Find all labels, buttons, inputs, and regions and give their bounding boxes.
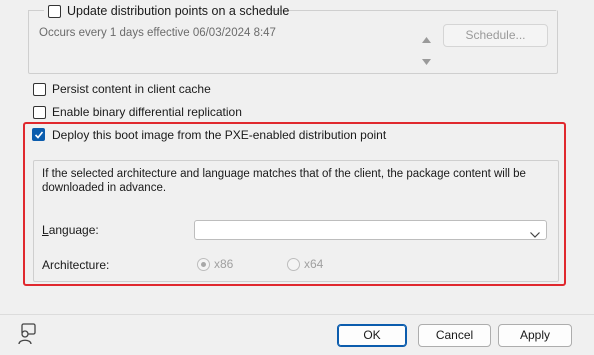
ok-button[interactable]: OK (337, 324, 407, 347)
language-label: Language: (42, 223, 99, 237)
language-dropdown[interactable] (194, 220, 547, 240)
chevron-down-icon (530, 227, 540, 241)
architecture-label: Architecture: (42, 258, 110, 272)
arch-x64-radio[interactable] (287, 258, 300, 271)
help-user-icon[interactable] (17, 323, 37, 348)
binary-replication-label: Enable binary differential replication (52, 105, 242, 119)
update-schedule-label: Update distribution points on a schedule (67, 4, 290, 18)
persist-cache-checkbox[interactable] (33, 83, 46, 96)
persist-cache-label: Persist content in client cache (52, 82, 211, 96)
arch-x86-radio[interactable] (197, 258, 210, 271)
pxe-deploy-checkbox[interactable] (32, 128, 45, 141)
scroll-down-icon[interactable] (422, 54, 431, 68)
footer-divider (0, 314, 594, 315)
binary-replication-checkbox[interactable] (33, 106, 46, 119)
apply-button[interactable]: Apply (498, 324, 572, 347)
pxe-info-text-line1: If the selected architecture and languag… (42, 168, 526, 180)
arch-x64-label: x64 (304, 257, 324, 271)
scroll-up-icon[interactable] (422, 32, 431, 46)
update-schedule-checkbox[interactable] (48, 5, 61, 18)
arch-x86-label: x86 (214, 257, 234, 271)
schedule-button[interactable]: Schedule... (443, 24, 548, 47)
cancel-button[interactable]: Cancel (418, 324, 491, 347)
pxe-deploy-label: Deploy this boot image from the PXE-enab… (52, 128, 387, 142)
schedule-group-top-left-line (28, 10, 44, 11)
recurrence-text: Occurs every 1 days effective 06/03/2024… (39, 27, 276, 39)
schedule-group-top-right-line (262, 10, 556, 11)
pxe-info-text-line2: downloaded in advance. (42, 182, 167, 194)
